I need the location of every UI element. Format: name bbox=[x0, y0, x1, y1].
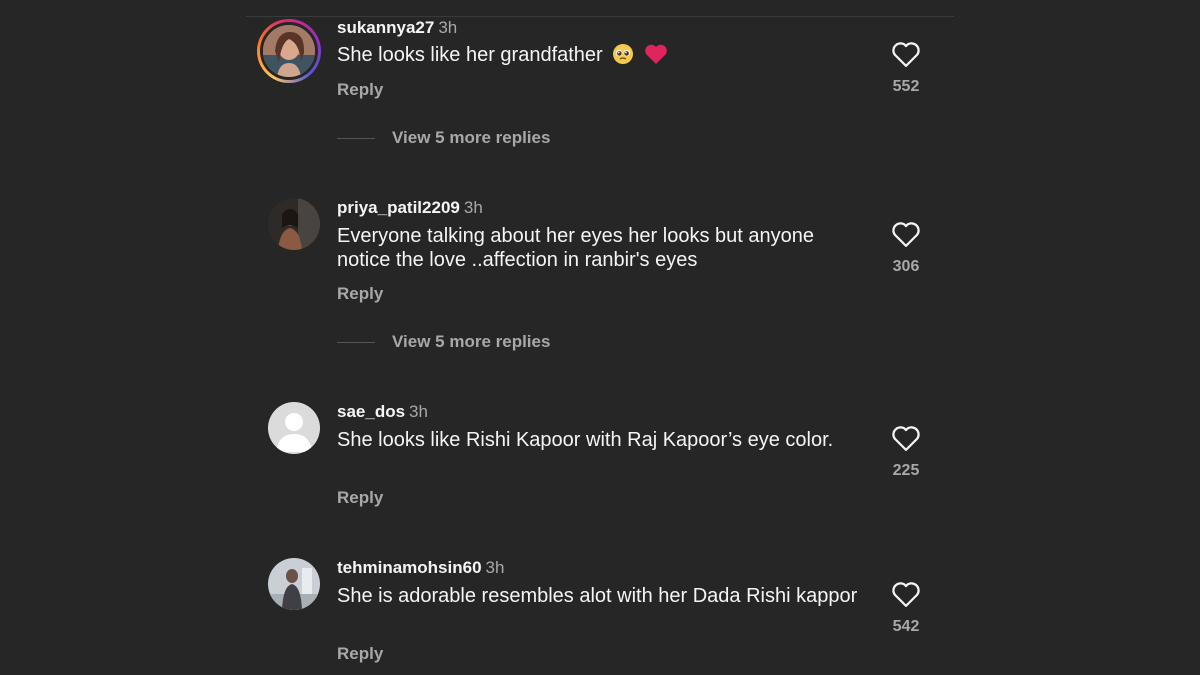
comment-text-body: She looks like her grandfather bbox=[337, 44, 603, 66]
heart-outline-icon[interactable] bbox=[891, 40, 921, 68]
like-control: 225 bbox=[880, 424, 932, 480]
like-control: 552 bbox=[880, 40, 932, 96]
comment-meta: sukannya27 3h bbox=[337, 18, 457, 38]
view-more-replies-label: View 5 more replies bbox=[392, 332, 551, 351]
username[interactable]: sae_dos bbox=[337, 402, 405, 421]
reply-button[interactable]: Reply bbox=[337, 488, 383, 508]
replies-divider-line bbox=[337, 341, 375, 343]
avatar-photo bbox=[263, 25, 315, 77]
comment-text: She looks like Rishi Kapoor with Raj Kap… bbox=[337, 429, 834, 451]
heart-outline-icon[interactable] bbox=[891, 424, 921, 452]
view-more-replies-button[interactable]: View 5 more replies bbox=[337, 332, 550, 352]
top-divider bbox=[246, 16, 954, 17]
comment-meta: sae_dos 3h bbox=[337, 402, 428, 422]
like-control: 542 bbox=[880, 580, 932, 636]
like-control: 306 bbox=[880, 220, 932, 276]
pleading-face-emoji bbox=[612, 43, 634, 71]
avatar[interactable] bbox=[268, 558, 320, 610]
reply-button[interactable]: Reply bbox=[337, 80, 383, 100]
timestamp: 3h bbox=[463, 198, 483, 217]
replies-divider-line bbox=[337, 137, 375, 139]
comment-text: Everyone talking about her eyes her look… bbox=[337, 225, 814, 271]
heart-outline-icon[interactable] bbox=[891, 220, 921, 248]
comment-text: She is adorable resembles alot with her … bbox=[337, 585, 858, 607]
default-avatar-icon bbox=[268, 402, 320, 454]
username[interactable]: sukannya27 bbox=[337, 18, 434, 37]
avatar[interactable] bbox=[268, 198, 320, 250]
reply-button[interactable]: Reply bbox=[337, 284, 383, 304]
comment-meta: priya_patil2209 3h bbox=[337, 198, 483, 218]
timestamp: 3h bbox=[485, 558, 505, 577]
avatar[interactable] bbox=[268, 402, 320, 454]
timestamp: 3h bbox=[409, 402, 428, 421]
heart-outline-icon[interactable] bbox=[891, 580, 921, 608]
red-heart-emoji bbox=[644, 43, 668, 71]
like-count: 225 bbox=[892, 462, 920, 479]
like-count: 542 bbox=[892, 618, 920, 635]
like-count: 552 bbox=[892, 78, 920, 95]
like-count: 306 bbox=[892, 258, 920, 275]
comment-meta: tehminamohsin60 3h bbox=[337, 558, 504, 578]
view-more-replies-button[interactable]: View 5 more replies bbox=[337, 128, 550, 148]
avatar-photo bbox=[268, 558, 320, 610]
avatar-photo bbox=[268, 198, 320, 250]
username[interactable]: tehminamohsin60 bbox=[337, 558, 482, 577]
username[interactable]: priya_patil2209 bbox=[337, 198, 460, 217]
reply-button[interactable]: Reply bbox=[337, 644, 383, 664]
avatar[interactable] bbox=[257, 19, 321, 83]
comment-text: She looks like her grandfather bbox=[337, 43, 867, 71]
view-more-replies-label: View 5 more replies bbox=[392, 128, 551, 147]
timestamp: 3h bbox=[438, 18, 458, 37]
